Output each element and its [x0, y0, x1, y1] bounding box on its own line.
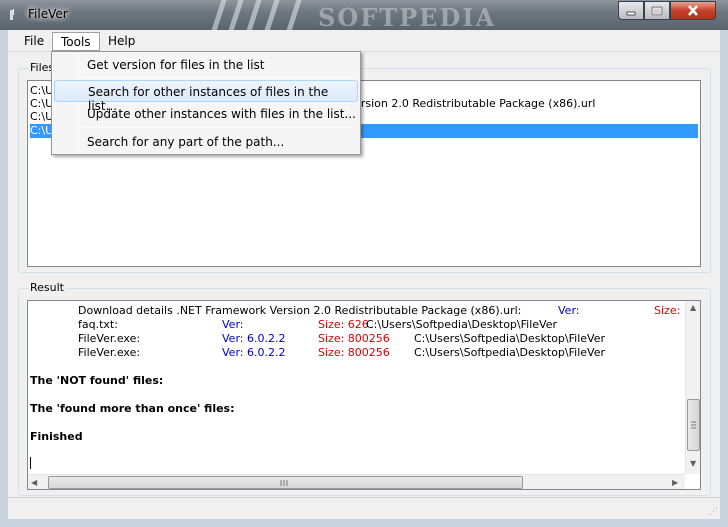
result-size: Size: : [654, 304, 688, 317]
result-size: Size: 626 [318, 318, 369, 331]
scroll-up-icon[interactable]: ▲ [690, 303, 696, 312]
close-icon [688, 5, 698, 16]
menu-separator [82, 77, 356, 78]
menu-bar: File Tools Help [8, 30, 720, 52]
result-file-name: Download details .NET Framework Version … [78, 304, 522, 317]
result-size: Size: 800256 [318, 346, 390, 359]
scroll-right-icon[interactable]: ▶ [672, 478, 678, 487]
size-grip-icon[interactable]: ⋰ [709, 507, 718, 517]
list-item[interactable]: C:\U [30, 110, 53, 124]
menu-item-search-path[interactable]: Search for any part of the path... [54, 131, 358, 153]
scroll-left-icon[interactable]: ◀ [31, 478, 37, 487]
menu-file[interactable]: File [16, 32, 52, 51]
grip-icon [691, 421, 696, 429]
softpedia-watermark: SOFTPEDIA [318, 3, 497, 30]
list-item-path: C:\U [30, 97, 54, 110]
maximize-button[interactable] [644, 1, 670, 20]
menu-item-search-instances[interactable]: Search for other instances of files in t… [54, 80, 358, 113]
text-caret [30, 457, 31, 469]
finished-text: Finished [30, 430, 83, 443]
result-version: Ver: 6.0.2.2 [222, 346, 286, 359]
result-file-name: faq.txt: [78, 318, 118, 331]
horizontal-scroll-thumb[interactable] [48, 476, 523, 489]
minimize-icon [626, 11, 636, 15]
vertical-scrollbar[interactable]: ▲ ▼ [685, 301, 700, 474]
app-icon [10, 9, 14, 20]
horizontal-scrollbar[interactable]: ◀ ▶ [28, 474, 685, 489]
minimize-button[interactable] [618, 1, 644, 20]
title-bar[interactable]: SOFTPEDIA FileVer [0, 0, 728, 30]
list-item-tail: rk Version 2.0 Redistributable Package (… [333, 97, 596, 110]
background-streak [280, 0, 305, 30]
not-found-heading: The 'NOT found' files: [30, 374, 164, 387]
result-version: Ver: 6.0.2.2 [222, 332, 286, 345]
result-group-label: Result [28, 281, 66, 294]
result-version: Ver: [222, 318, 244, 331]
background-streak [258, 0, 283, 30]
result-file-name: FileVer.exe: [78, 332, 141, 345]
result-textbox[interactable]: Download details .NET Framework Version … [27, 300, 701, 490]
menu-tools[interactable]: Tools [52, 32, 100, 51]
list-item[interactable]: C:\U [30, 97, 53, 111]
result-path: C:\Users\Softpedia\Desktop\FileVer [414, 346, 605, 359]
result-size: Size: 800256 [318, 332, 390, 345]
result-path: C:\Users\Softpedia\Desktop\FileVer [414, 332, 605, 345]
background-streak [222, 0, 247, 30]
result-file-name: FileVer.exe: [78, 346, 141, 359]
close-button[interactable] [670, 1, 716, 20]
result-version: Ver: [558, 304, 580, 317]
found-more-heading: The 'found more than once' files: [30, 402, 235, 415]
list-item[interactable]: C:\U [30, 84, 53, 98]
maximize-icon [651, 5, 663, 16]
tools-dropdown-menu: Get version for files in the list Search… [51, 51, 361, 155]
menu-help[interactable]: Help [100, 32, 143, 51]
result-path: C:\Users\Softpedia\Desktop\FileVer [366, 318, 557, 331]
grip-icon [280, 480, 288, 486]
background-streak [240, 0, 265, 30]
menu-item-get-version[interactable]: Get version for files in the list [54, 54, 358, 76]
status-bar: ⋰ [8, 497, 720, 519]
menu-item-update-instances[interactable]: Update other instances with files in the… [54, 103, 358, 125]
window-title: FileVer [28, 7, 68, 21]
background-streak [205, 0, 230, 30]
vertical-scroll-thumb[interactable] [687, 399, 700, 451]
scroll-down-icon[interactable]: ▼ [690, 459, 696, 468]
menu-separator [82, 127, 356, 128]
